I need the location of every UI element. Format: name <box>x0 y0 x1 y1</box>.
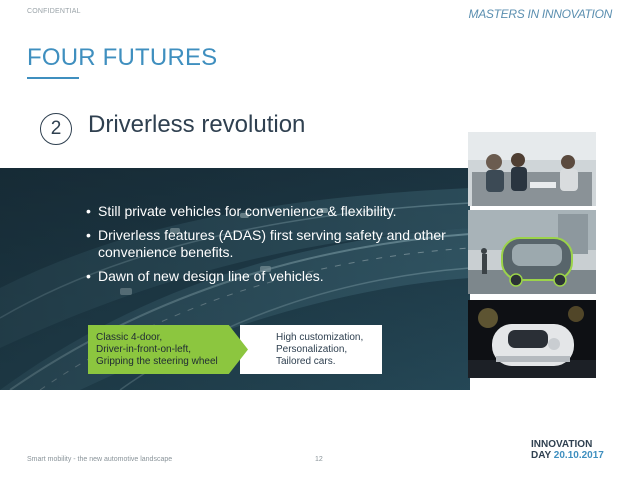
to-line: High customization, <box>276 332 364 343</box>
from-line: Gripping the steering wheel <box>96 356 218 367</box>
confidential-label: CONFIDENTIAL <box>27 8 81 15</box>
logo-date: 20.10.2017 <box>553 450 604 461</box>
pod-street-photo <box>468 210 596 294</box>
brand-logo: MASTERS IN INNOVATION <box>468 7 613 21</box>
innovation-day-logo: INNOVATION DAY 20.10.2017 <box>531 439 604 461</box>
section-number: 2 <box>50 118 62 139</box>
logo-day: DAY <box>531 450 552 461</box>
from-line: Classic 4-door, <box>96 332 163 343</box>
footer-text: Smart mobility - the new automotive land… <box>27 456 173 463</box>
bullet-item: Driverless features (ADAS) first serving… <box>86 227 456 261</box>
logo-line2: DAY 20.10.2017 <box>531 450 604 461</box>
slide-subtitle: Driverless revolution <box>88 111 306 138</box>
pod-night-photo <box>468 300 596 378</box>
title-underline <box>27 77 79 79</box>
to-line: Tailored cars. <box>276 356 336 367</box>
bullet-item: Still private vehicles for convenience &… <box>86 203 456 220</box>
interior-photo <box>468 132 596 206</box>
to-line: Personalization, <box>276 344 348 355</box>
section-number-badge: 2 <box>40 113 72 145</box>
logo-line1: INNOVATION <box>531 439 593 450</box>
evolution-to-text: High customization, Personalization, Tai… <box>276 332 363 368</box>
page-number: 12 <box>315 456 323 463</box>
slide-title: FOUR FUTURES <box>27 44 218 71</box>
bullet-list: Still private vehicles for convenience &… <box>86 203 456 292</box>
evolution-from-text: Classic 4-door, Driver-in-front-on-left,… <box>96 332 218 368</box>
from-line: Driver-in-front-on-left, <box>96 344 192 355</box>
bullet-item: Dawn of new design line of vehicles. <box>86 268 456 285</box>
